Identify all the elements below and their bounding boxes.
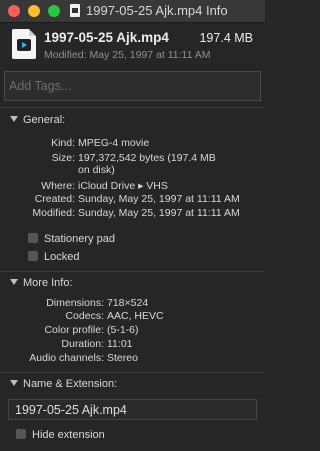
title-bar: 1997-05-25 Ajk.mp4 Info xyxy=(0,0,265,23)
video-file-icon[interactable] xyxy=(12,29,36,59)
row-value: 11:01 xyxy=(107,338,133,350)
disclosure-triangle-icon xyxy=(10,380,18,387)
row-key: Kind: xyxy=(51,137,75,149)
row-value: Sunday, May 25, 1997 at 11:11 AM xyxy=(78,207,240,219)
row-key: Where: xyxy=(41,180,75,192)
row-key: Dimensions: xyxy=(46,297,104,309)
close-button[interactable] xyxy=(8,5,20,17)
row-value: Stereo xyxy=(107,352,138,364)
locked-checkbox[interactable]: Locked xyxy=(28,251,79,263)
more-info-section-title: More Info: xyxy=(23,277,73,289)
file-name: 1997-05-25 Ajk.mp4 xyxy=(44,30,169,45)
divider xyxy=(0,107,265,108)
checkbox-icon[interactable] xyxy=(28,251,38,262)
row-key: Color profile: xyxy=(44,324,104,336)
name-input[interactable] xyxy=(9,400,256,419)
checkbox-icon[interactable] xyxy=(28,233,38,244)
window-title: 1997-05-25 Ajk.mp4 Info xyxy=(86,3,228,18)
stationery-pad-checkbox[interactable]: Stationery pad xyxy=(28,233,115,245)
locked-label: Locked xyxy=(44,251,80,263)
row-key: Duration: xyxy=(61,338,104,350)
row-key: Created: xyxy=(34,193,75,205)
row-value: (5-1-6) xyxy=(107,324,139,336)
name-field[interactable] xyxy=(8,399,257,420)
row-value: AAC, HEVC xyxy=(107,310,164,322)
disclosure-triangle-icon xyxy=(10,116,18,123)
row-value: Sunday, May 25, 1997 at 11:11 AM xyxy=(78,193,240,205)
more-info-disclosure[interactable]: More Info: xyxy=(10,277,73,289)
tags-input[interactable] xyxy=(5,72,260,100)
stationery-pad-label: Stationery pad xyxy=(44,233,115,245)
hide-extension-label: Hide extension xyxy=(32,429,105,441)
zoom-button[interactable] xyxy=(48,5,60,17)
file-header: 1997-05-25 Ajk.mp4 197.4 MB Modified: Ma… xyxy=(0,23,265,65)
row-value: 718×524 xyxy=(107,297,149,309)
divider xyxy=(0,271,265,272)
row-key: Modified: xyxy=(32,207,75,219)
checkbox-icon[interactable] xyxy=(16,429,26,440)
general-section-title: General: xyxy=(23,114,66,126)
name-extension-section-title: Name & Extension: xyxy=(23,378,118,390)
file-size: 197.4 MB xyxy=(199,31,253,45)
hide-extension-checkbox[interactable]: Hide extension xyxy=(16,429,105,441)
document-icon[interactable] xyxy=(70,4,80,17)
row-value: MPEG-4 movie xyxy=(78,137,150,149)
minimize-button[interactable] xyxy=(28,5,40,17)
tags-field[interactable] xyxy=(4,71,261,101)
row-value: on disk) xyxy=(78,164,115,176)
row-key: Size: xyxy=(51,152,75,164)
row-key: Audio channels: xyxy=(29,352,104,364)
row-key: Codecs: xyxy=(65,310,104,322)
disclosure-triangle-icon xyxy=(10,279,18,286)
general-disclosure[interactable]: General: xyxy=(10,114,65,126)
modified-date: Modified: May 25, 1997 at 11:11 AM xyxy=(44,49,211,61)
divider xyxy=(0,372,265,373)
row-value: iCloud Drive ▸ VHS xyxy=(78,180,168,192)
name-extension-disclosure[interactable]: Name & Extension: xyxy=(10,378,117,390)
row-value: 197,372,542 bytes (197.4 MB xyxy=(78,152,216,164)
